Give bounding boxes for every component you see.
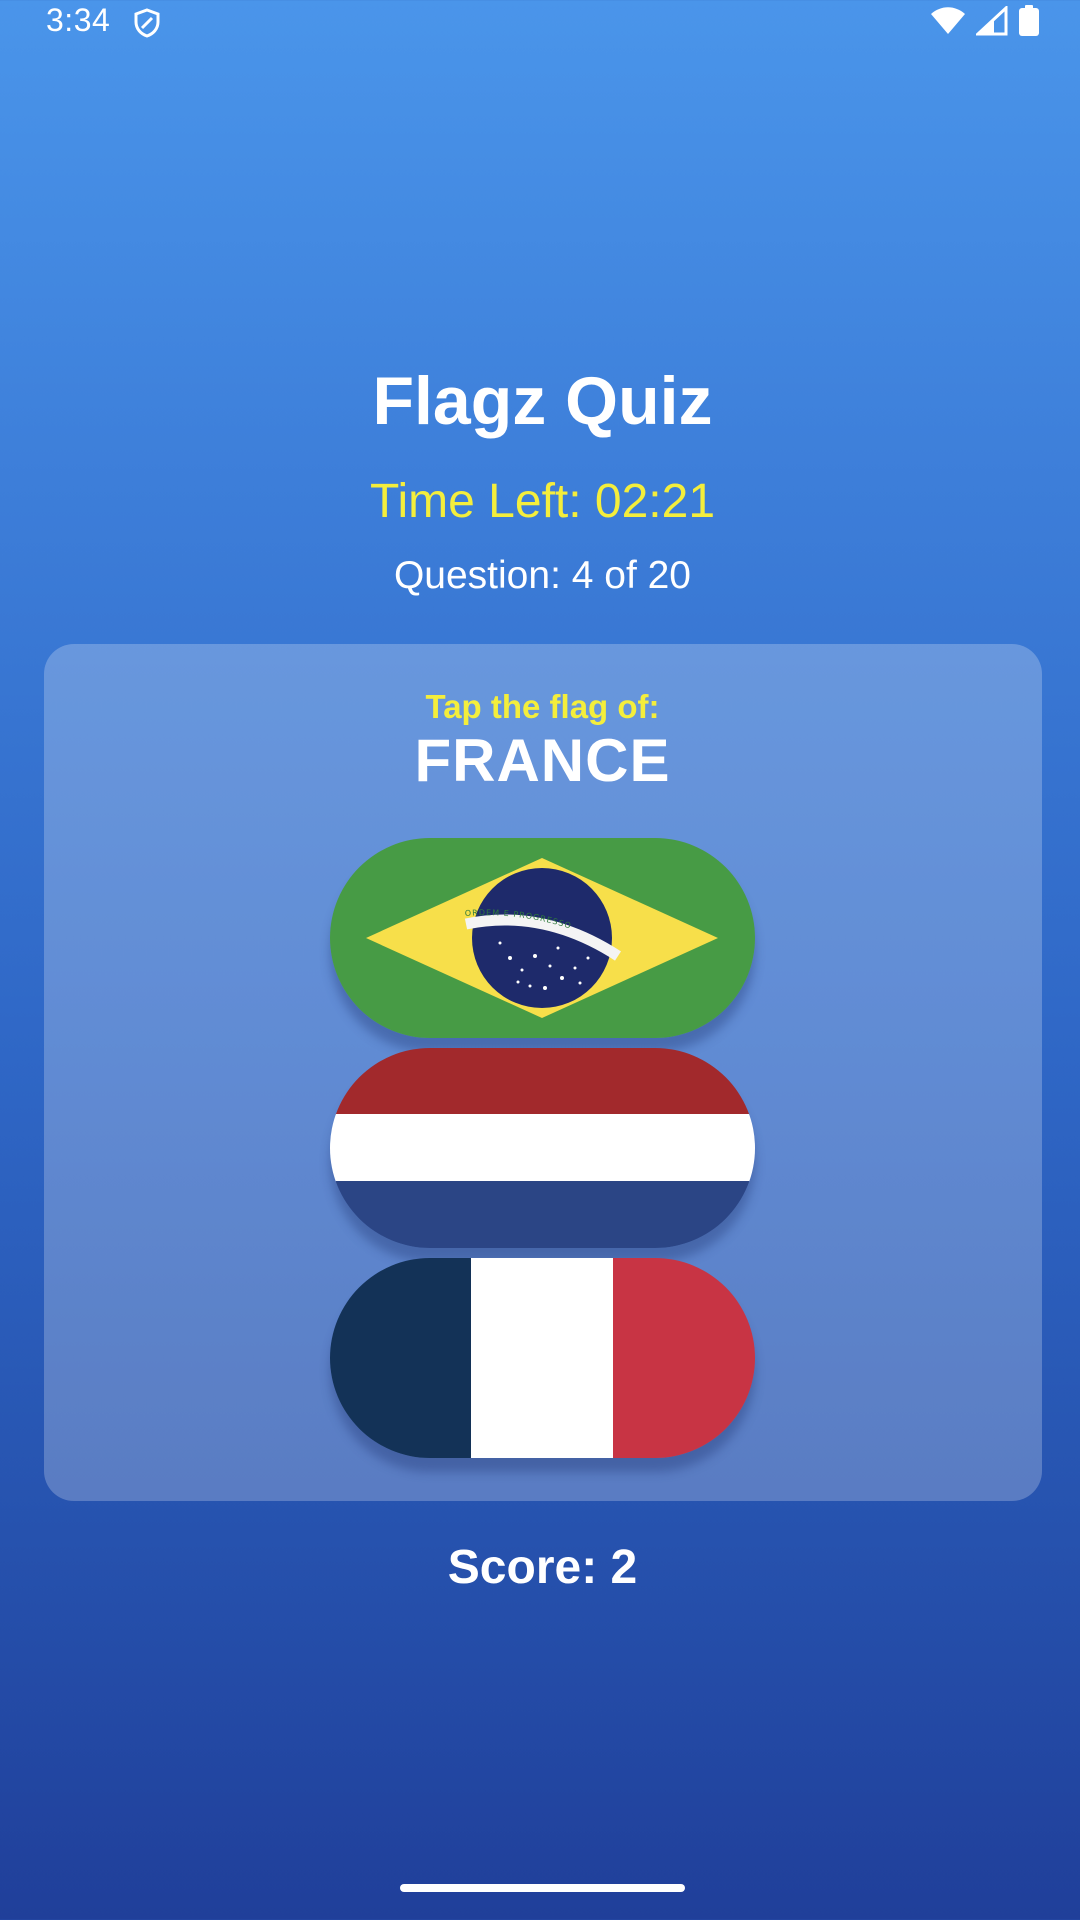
flag-option-netherlands[interactable] — [330, 1048, 755, 1248]
cellular-signal-icon — [974, 4, 1008, 41]
battery-icon — [1018, 4, 1040, 42]
wifi-icon — [930, 6, 966, 41]
status-bar: 3:34 — [0, 0, 1080, 44]
netherlands-flag-icon — [330, 1048, 755, 1248]
brazil-flag-icon: ORDEM E PROGRESSO — [330, 838, 755, 1038]
score-display: Score: 2 — [447, 1541, 638, 1594]
status-icons — [930, 4, 1040, 42]
shield-icon — [132, 8, 162, 38]
flag-option-brazil[interactable]: ORDEM E PROGRESSO — [330, 838, 755, 1038]
prompt-label: Tap the flag of: — [425, 688, 660, 725]
flag-option-france[interactable] — [330, 1258, 755, 1458]
question-counter: Question: 4 of 20 — [393, 554, 692, 597]
time-left: Time Left: 02:21 — [369, 475, 716, 528]
status-time: 3:34 — [46, 2, 111, 38]
target-country: FRANCE — [414, 727, 671, 794]
page-title: Flagz Quiz — [372, 363, 713, 439]
home-indicator[interactable] — [400, 1884, 685, 1892]
france-flag-icon — [330, 1258, 755, 1458]
